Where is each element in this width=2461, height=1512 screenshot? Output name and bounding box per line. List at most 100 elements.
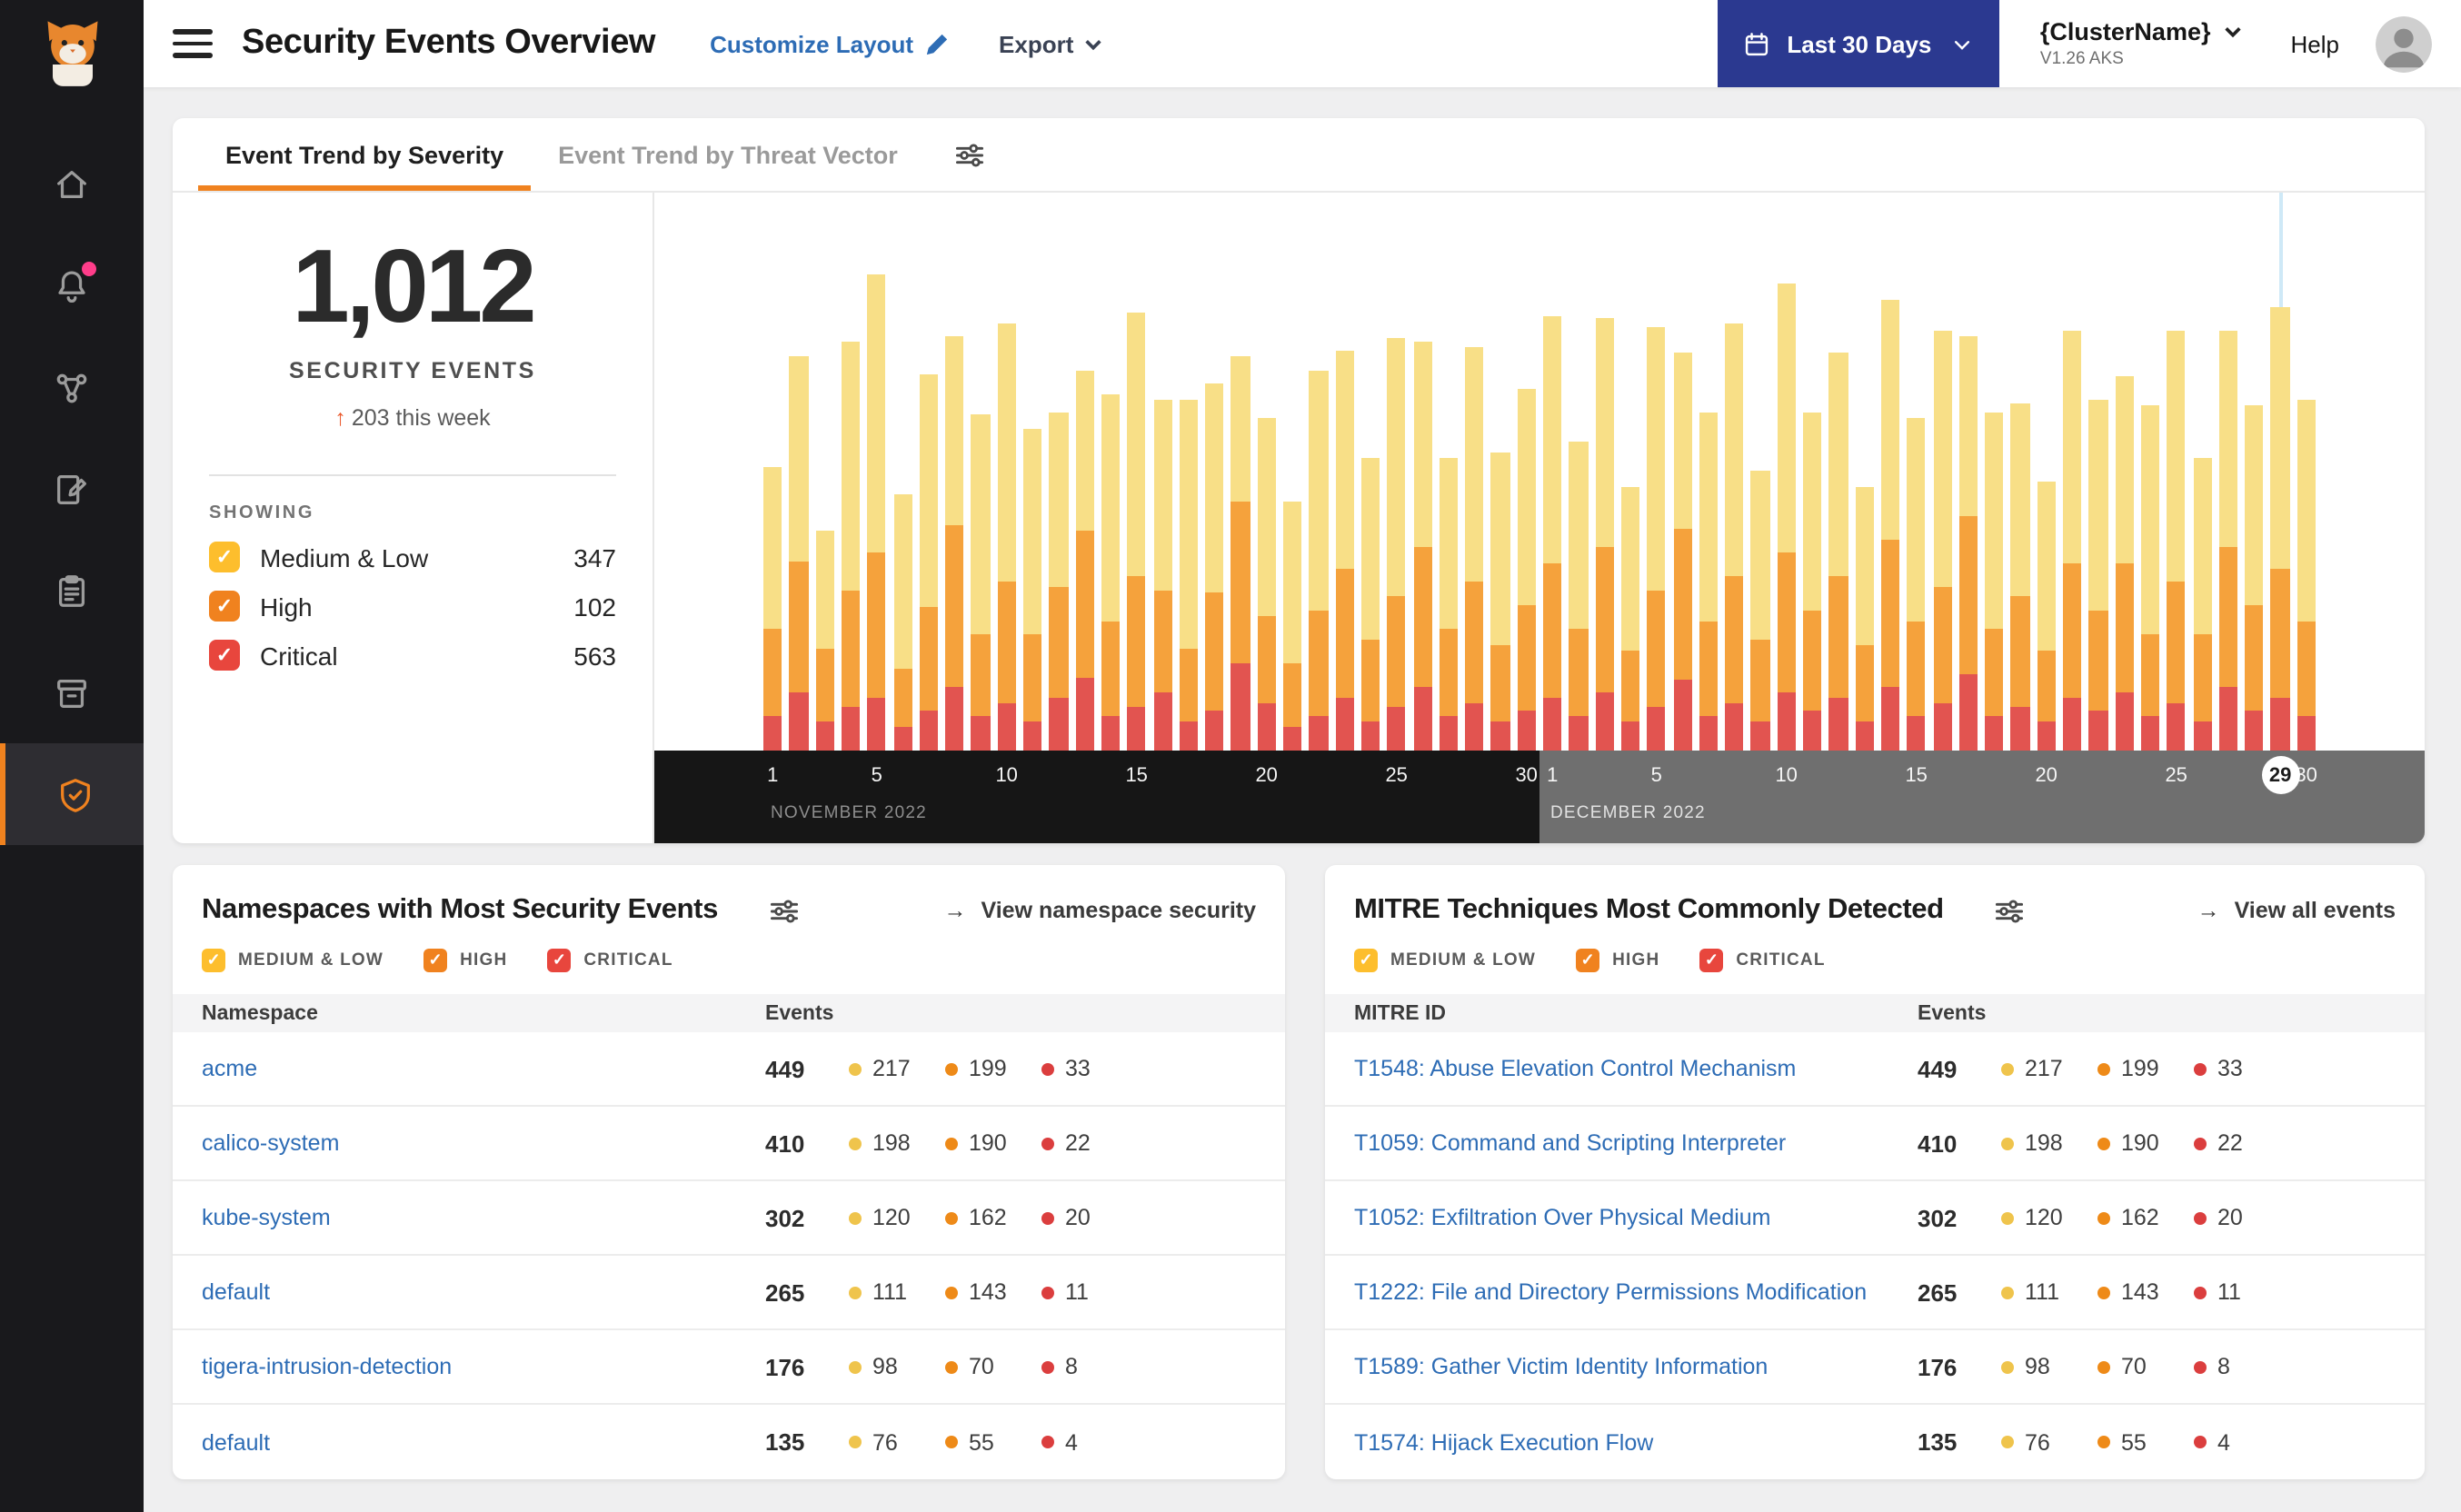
date-range-button[interactable]: Last 30 Days — [1718, 0, 2000, 87]
sidebar-item-compliance[interactable] — [0, 540, 144, 642]
customize-layout-button[interactable]: Customize Layout — [710, 30, 948, 57]
chart-bar[interactable] — [1543, 315, 1562, 751]
checkbox-checked-icon[interactable]: ✓ — [547, 949, 572, 972]
filter-high[interactable]: ✓ HIGH — [1576, 949, 1659, 972]
chart-bar[interactable] — [1490, 453, 1510, 751]
chart-bar[interactable] — [1673, 353, 1692, 751]
mitre-technique-link[interactable]: T1548: Abuse Elevation Control Mechanism — [1354, 1056, 1918, 1081]
chart-bar[interactable] — [2010, 403, 2030, 751]
chart-bar[interactable] — [1620, 487, 1640, 751]
chart-bar[interactable] — [1985, 412, 2004, 751]
chart-bar[interactable] — [1075, 371, 1094, 751]
checkbox-checked-icon[interactable]: ✓ — [209, 640, 240, 671]
chart-bar[interactable] — [1569, 441, 1589, 751]
chart-bar[interactable] — [841, 341, 861, 751]
chart-bar[interactable] — [1230, 356, 1250, 751]
chart-bar[interactable] — [1049, 412, 1069, 751]
chart-bar[interactable] — [2088, 400, 2108, 751]
chart-bar[interactable] — [1387, 338, 1406, 751]
namespace-link[interactable]: default — [202, 1429, 765, 1455]
sidebar-item-alerts[interactable] — [0, 234, 144, 336]
chart-bar[interactable] — [1360, 458, 1380, 751]
chart-bar[interactable] — [1907, 417, 1926, 751]
chart-bar[interactable] — [1257, 417, 1276, 751]
chart-bar[interactable] — [1725, 323, 1744, 751]
chart-settings-button[interactable] — [954, 139, 985, 170]
mitre-technique-link[interactable]: T1222: File and Directory Permissions Mo… — [1354, 1279, 1918, 1305]
chart-bar[interactable] — [919, 373, 939, 751]
namespace-link[interactable]: tigera-intrusion-detection — [202, 1354, 765, 1379]
chart-bar[interactable] — [815, 531, 834, 751]
cluster-selector[interactable]: {ClusterName} V1.26 AKS — [2040, 18, 2244, 69]
checkbox-checked-icon[interactable]: ✓ — [209, 542, 240, 572]
export-dropdown[interactable]: Export — [999, 30, 1102, 57]
checkbox-checked-icon[interactable]: ✓ — [1354, 949, 1378, 972]
chart-bar[interactable] — [2115, 376, 2134, 751]
chart-bar[interactable] — [2037, 482, 2056, 751]
chart-bar[interactable] — [1413, 342, 1432, 751]
chart-bar[interactable] — [1153, 400, 1172, 751]
checkbox-checked-icon[interactable]: ✓ — [202, 949, 225, 972]
chart-bar[interactable] — [1699, 412, 1719, 751]
severity-toggle-critical[interactable]: ✓ Critical 563 — [209, 640, 616, 671]
chart-bar[interactable] — [945, 335, 964, 751]
sidebar-item-policies[interactable] — [0, 438, 144, 540]
filter-critical[interactable]: ✓ CRITICAL — [547, 949, 673, 972]
filter-high[interactable]: ✓ HIGH — [423, 949, 507, 972]
chart-bar[interactable] — [1335, 350, 1354, 751]
chart-bar[interactable] — [1777, 283, 1796, 751]
chart-bar[interactable] — [1439, 458, 1459, 751]
namespace-link[interactable]: calico-system — [202, 1130, 765, 1156]
chart-bar[interactable] — [763, 467, 782, 751]
mitre-technique-link[interactable]: T1574: Hijack Execution Flow — [1354, 1429, 1918, 1455]
chart-bar[interactable] — [1595, 318, 1614, 751]
tab-event-trend-by-severity[interactable]: Event Trend by Severity — [198, 118, 531, 191]
user-avatar[interactable] — [2376, 15, 2432, 72]
chart-bar[interactable] — [867, 274, 886, 751]
chart-bar[interactable] — [2218, 330, 2238, 751]
chart-bar[interactable] — [2245, 405, 2264, 751]
namespace-link[interactable]: acme — [202, 1056, 765, 1081]
chart-bar[interactable] — [2167, 330, 2186, 751]
checkbox-checked-icon[interactable]: ✓ — [423, 949, 448, 972]
chart-bar[interactable] — [1828, 353, 1848, 751]
sidebar-item-service-graph[interactable] — [0, 336, 144, 438]
namespaces-settings-button[interactable] — [769, 895, 800, 926]
chart-bar[interactable] — [1465, 347, 1484, 751]
sidebar-item-image-assurance[interactable] — [0, 642, 144, 743]
filter-medium[interactable]: ✓ MEDIUM & LOW — [1354, 949, 1536, 972]
namespace-link[interactable]: default — [202, 1279, 765, 1305]
filter-critical[interactable]: ✓ CRITICAL — [1699, 949, 1825, 972]
mitre-settings-button[interactable] — [1995, 895, 2026, 926]
mitre-technique-link[interactable]: T1059: Command and Scripting Interpreter — [1354, 1130, 1918, 1156]
severity-toggle-medium[interactable]: ✓ Medium & Low 347 — [209, 542, 616, 572]
chart-bar[interactable] — [2140, 405, 2160, 751]
tab-event-trend-by-threat-vector[interactable]: Event Trend by Threat Vector — [531, 118, 925, 191]
chart-bar[interactable] — [2193, 458, 2212, 751]
view-namespace-security-link[interactable]: → View namespace security — [944, 898, 1257, 923]
chart-bar[interactable] — [1023, 429, 1042, 751]
chart-bar[interactable] — [1855, 487, 1874, 751]
filter-medium[interactable]: ✓ MEDIUM & LOW — [202, 949, 384, 972]
checkbox-checked-icon[interactable]: ✓ — [1699, 949, 1724, 972]
namespace-link[interactable]: kube-system — [202, 1205, 765, 1230]
chart-bar[interactable] — [2063, 330, 2082, 751]
mitre-technique-link[interactable]: T1589: Gather Victim Identity Informatio… — [1354, 1354, 1918, 1379]
chart-bar[interactable] — [1283, 502, 1302, 751]
chart-bar[interactable] — [1880, 300, 1900, 751]
chart-bar[interactable] — [1101, 393, 1121, 751]
help-link[interactable]: Help — [2291, 30, 2340, 57]
checkbox-checked-icon[interactable]: ✓ — [1576, 949, 1600, 972]
severity-toggle-high[interactable]: ✓ High 102 — [209, 591, 616, 622]
chart-bar[interactable] — [1517, 388, 1536, 751]
chart-bar[interactable] — [1647, 326, 1666, 751]
chart-bar[interactable] — [2270, 306, 2290, 751]
chart-bar[interactable] — [1127, 312, 1146, 751]
sidebar-item-home[interactable] — [0, 133, 144, 234]
chart-bar[interactable] — [971, 414, 991, 751]
chart-bar[interactable] — [1933, 330, 1952, 751]
chart-bar[interactable] — [1205, 383, 1224, 751]
chart-bar[interactable] — [893, 493, 912, 751]
chart-bar[interactable] — [1750, 470, 1770, 751]
view-all-events-link[interactable]: → View all events — [2197, 898, 2396, 923]
